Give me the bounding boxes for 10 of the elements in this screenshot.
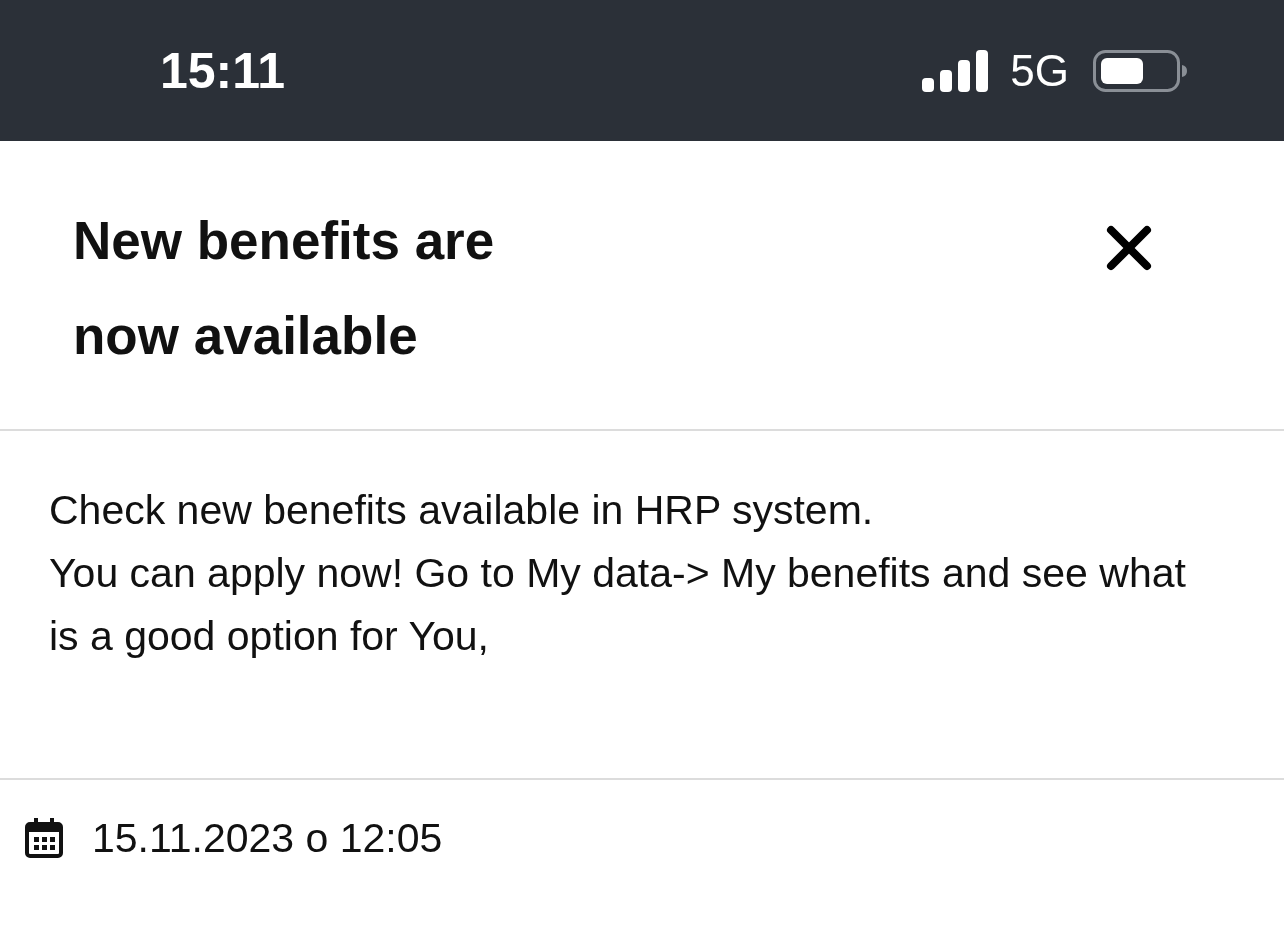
battery-icon [1093,49,1187,92]
calendar-icon [25,818,63,858]
date-time: 15.11.2023 o 12:05 [92,814,443,862]
notification-title: New benefits are now available [73,210,496,367]
clock-time: 15:11 [160,45,286,96]
message-text: You can apply now! Go to My data-> My benefits and see what is a good option for You, [49,549,1187,661]
message-text: Check new benefits available in HRP system. [49,486,875,535]
signal-bars-icon [922,49,989,92]
network-label: 5G [1010,48,1069,93]
close-icon [1106,225,1152,271]
